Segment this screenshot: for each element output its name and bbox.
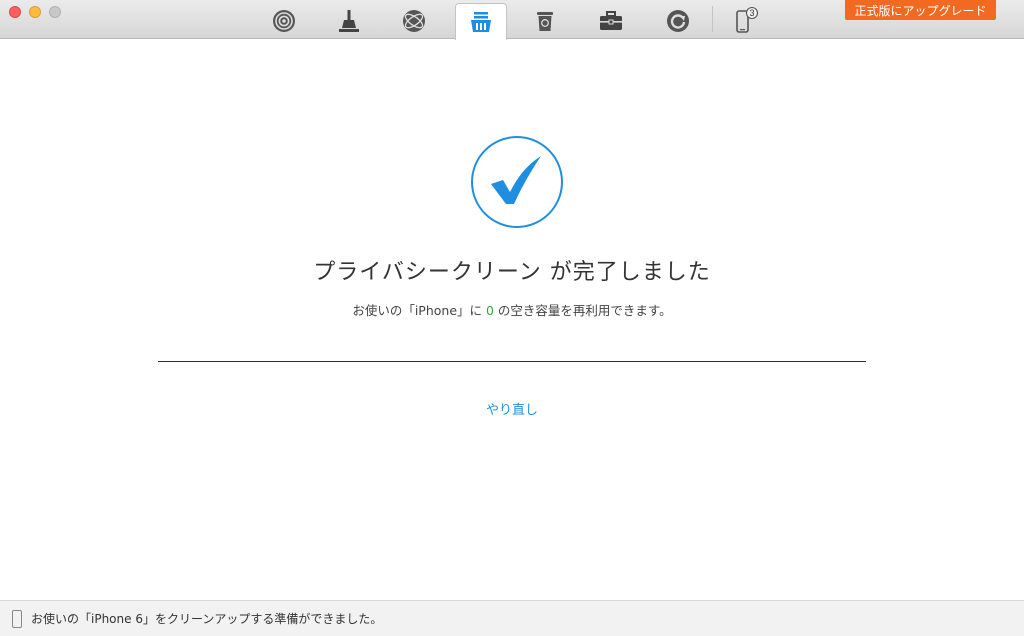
globe-icon bbox=[403, 10, 425, 32]
toolbar-trash-button[interactable] bbox=[519, 3, 571, 39]
redo-link[interactable]: やり直し bbox=[0, 399, 1024, 418]
subtitle-suffix: の空き容量を再利用できます。 bbox=[493, 303, 672, 318]
content-divider bbox=[158, 361, 866, 362]
close-window-button[interactable] bbox=[9, 6, 21, 18]
trash-icon bbox=[537, 12, 553, 31]
toolbar-privacy-clean-tab[interactable] bbox=[455, 3, 507, 40]
phone-icon bbox=[12, 609, 22, 628]
checkmark-icon bbox=[491, 156, 541, 204]
privacy-clean-icon bbox=[471, 12, 491, 32]
toolbar-internet-button[interactable] bbox=[388, 3, 440, 39]
completion-title: プライバシークリーン が完了しました bbox=[313, 260, 711, 285]
success-checkmark bbox=[471, 136, 563, 228]
toolbar-separator bbox=[712, 6, 713, 32]
toolbar-podcast-button[interactable] bbox=[258, 3, 310, 39]
minimize-window-button[interactable] bbox=[29, 6, 41, 18]
zoom-window-button[interactable] bbox=[49, 6, 61, 18]
toolbar-toolbox-button[interactable] bbox=[585, 3, 637, 39]
subtitle-prefix: お使いの「iPhone」に bbox=[352, 303, 486, 318]
toolbox-icon bbox=[600, 11, 622, 30]
refresh-icon bbox=[667, 10, 689, 32]
reclaimed-space-value: 0 bbox=[485, 303, 494, 318]
status-bar: お使いの「iPhone 6」をクリーンアップする準備ができました。 bbox=[0, 600, 1024, 636]
status-text: お使いの「iPhone 6」をクリーンアップする準備ができました。 bbox=[31, 612, 383, 626]
completion-subtitle: お使いの「iPhone」に 0 の空き容量を再利用できます。 bbox=[0, 300, 1024, 319]
podcast-icon bbox=[273, 10, 295, 32]
device-icon: 3 bbox=[736, 6, 759, 33]
upgrade-button[interactable]: 正式版にアップグレード bbox=[845, 0, 996, 20]
device-count-badge: 3 bbox=[749, 8, 754, 18]
title-toolbar: 3 正式版にアップグレード bbox=[0, 0, 1024, 40]
toolbar-cleaner-button[interactable] bbox=[323, 3, 375, 39]
broom-icon bbox=[339, 10, 359, 32]
toolbar-update-button[interactable] bbox=[652, 3, 704, 39]
toolbar-device-button[interactable]: 3 bbox=[718, 3, 770, 39]
